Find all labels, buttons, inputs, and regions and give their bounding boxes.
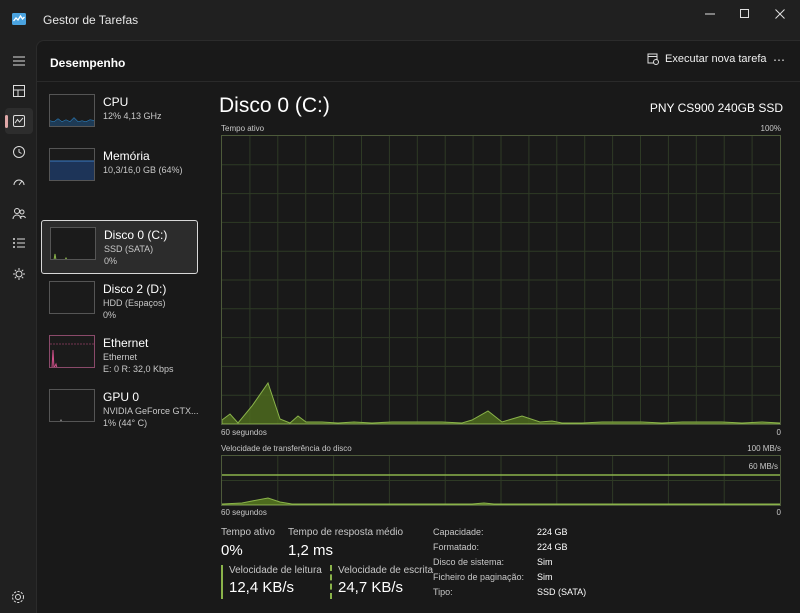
run-task-label: Executar nova tarefa: [665, 53, 767, 65]
close-icon: [775, 9, 785, 19]
settings-icon[interactable]: [11, 590, 25, 604]
device-item-disk0[interactable]: Disco 0 (C:) SSD (SATA) 0%: [41, 220, 198, 274]
disk-detail-panel: Disco 0 (C:) PNY CS900 240GB SSD Tempo a…: [219, 82, 783, 613]
details-icon: [13, 238, 25, 248]
property-value: SSD (SATA): [537, 587, 587, 597]
nav-services[interactable]: [5, 261, 33, 287]
property-key: Capacidade:: [433, 527, 484, 537]
device-list: CPU 12% 4,13 GHz Memória 10,3/16,0 GB (6…: [41, 82, 201, 613]
transfer-rate-label: Velocidade de transferência do disco: [221, 444, 352, 453]
services-icon: [13, 268, 25, 280]
run-new-task-button[interactable]: Executar nova tarefa: [647, 53, 767, 65]
task-manager-icon: [12, 13, 26, 25]
write-speed-box: Velocidade de escrita 24,7 KB/s: [330, 565, 433, 599]
active-time-min: 0: [776, 428, 781, 437]
property-value: 224 GB: [537, 527, 568, 537]
read-speed-box: Velocidade de leitura 12,4 KB/s: [221, 565, 322, 599]
device-item-memory[interactable]: Memória 10,3/16,0 GB (64%): [41, 142, 198, 196]
run-task-icon: [647, 53, 659, 65]
ethernet-thumbnail: [49, 335, 95, 368]
device-subtitle: 10,3/16,0 GB (64%): [103, 165, 183, 175]
response-time-value: 1,2 ms: [288, 542, 334, 559]
device-usage: 1% (44° C): [103, 418, 148, 428]
active-time-max: 100%: [760, 124, 781, 133]
property-key: Formatado:: [433, 542, 480, 552]
device-name: GPU 0: [103, 390, 140, 404]
detail-title: Disco 0 (C:): [219, 94, 330, 117]
active-time-duration: 60 segundos: [221, 428, 267, 437]
device-subtitle: SSD (SATA): [104, 244, 154, 254]
processes-icon: [13, 85, 25, 97]
main-panel: Desempenho Executar nova tarefa ⋯ CPU 12…: [36, 40, 800, 613]
app-history-icon: [13, 146, 25, 158]
device-subtitle: 12% 4,13 GHz: [103, 111, 162, 121]
title-bar: Gestor de Tarefas: [0, 0, 800, 40]
close-button[interactable]: [760, 6, 800, 22]
property-value: Sim: [537, 572, 553, 582]
device-subtitle: NVIDIA GeForce GTX...: [103, 406, 199, 416]
write-speed-label: Velocidade de escrita: [338, 565, 434, 576]
page-header: Desempenho Executar nova tarefa ⋯: [37, 41, 800, 82]
device-name: CPU: [103, 95, 129, 109]
device-name: Memória: [103, 149, 150, 163]
property-key: Tipo:: [433, 587, 453, 597]
property-value: 224 GB: [537, 542, 568, 552]
active-time-label: Tempo ativo: [221, 124, 265, 133]
nav-processes[interactable]: [5, 78, 33, 104]
menu-button[interactable]: [5, 48, 33, 74]
active-time-stat-label: Tempo ativo: [221, 527, 275, 538]
device-subtitle: HDD (Espaços): [103, 298, 166, 308]
read-speed-value: 12,4 KB/s: [229, 579, 295, 596]
device-name: Ethernet: [103, 336, 149, 350]
gpu-thumbnail: [49, 389, 95, 422]
more-options-button[interactable]: ⋯: [773, 53, 786, 67]
cpu-thumbnail: [49, 94, 95, 127]
device-usage: E: 0 R: 32,0 Kbps: [103, 364, 174, 374]
page-title: Desempenho: [50, 56, 126, 70]
transfer-rate-max: 100 MB/s: [747, 444, 781, 453]
device-subtitle: Ethernet: [103, 352, 138, 362]
active-time-stat-value: 0%: [221, 542, 243, 559]
property-key: Ficheiro de paginação:: [433, 572, 525, 582]
transfer-rate-mid: 60 MB/s: [748, 462, 778, 471]
performance-icon: [13, 115, 25, 127]
disk-model: PNY CS900 240GB SSD: [649, 101, 783, 115]
disk0-thumbnail: [50, 227, 96, 260]
minimize-button[interactable]: [690, 6, 730, 22]
startup-icon: [13, 179, 25, 186]
users-icon: [12, 208, 26, 220]
maximize-button[interactable]: [725, 6, 765, 22]
response-time-label: Tempo de resposta médio: [288, 527, 404, 538]
transfer-rate-graph: 60 MB/s: [221, 455, 781, 506]
nav-details[interactable]: [5, 230, 33, 256]
disk2-thumbnail: [49, 281, 95, 314]
nav-startup[interactable]: [5, 170, 33, 196]
memory-thumbnail: [49, 148, 95, 181]
device-name: Disco 0 (C:): [104, 228, 168, 242]
device-item-cpu[interactable]: CPU 12% 4,13 GHz: [41, 88, 198, 142]
device-name: Disco 2 (D:): [103, 282, 167, 296]
window-title: Gestor de Tarefas: [43, 13, 139, 27]
write-speed-value: 24,7 KB/s: [338, 579, 404, 596]
nav-app-history[interactable]: [5, 139, 33, 165]
read-speed-label: Velocidade de leitura: [229, 565, 322, 576]
menu-icon: [13, 56, 25, 66]
nav-performance[interactable]: [5, 108, 33, 134]
transfer-rate-duration: 60 segundos: [221, 508, 267, 517]
active-time-graph: [221, 135, 781, 425]
transfer-rate-min: 0: [776, 508, 781, 517]
device-usage: 0%: [104, 256, 118, 266]
device-item-ethernet[interactable]: Ethernet Ethernet E: 0 R: 32,0 Kbps: [41, 329, 198, 383]
nav-users[interactable]: [5, 200, 33, 226]
device-item-gpu[interactable]: GPU 0 NVIDIA GeForce GTX... 1% (44° C): [41, 383, 199, 437]
minimize-icon: [705, 13, 715, 15]
device-item-disk2[interactable]: Disco 2 (D:) HDD (Espaços) 0%: [41, 275, 198, 329]
property-value: Sim: [537, 557, 553, 567]
property-key: Disco de sistema:: [433, 557, 505, 567]
navigation-rail: [0, 40, 36, 613]
maximize-icon: [740, 9, 749, 18]
device-usage: 0%: [103, 310, 117, 320]
